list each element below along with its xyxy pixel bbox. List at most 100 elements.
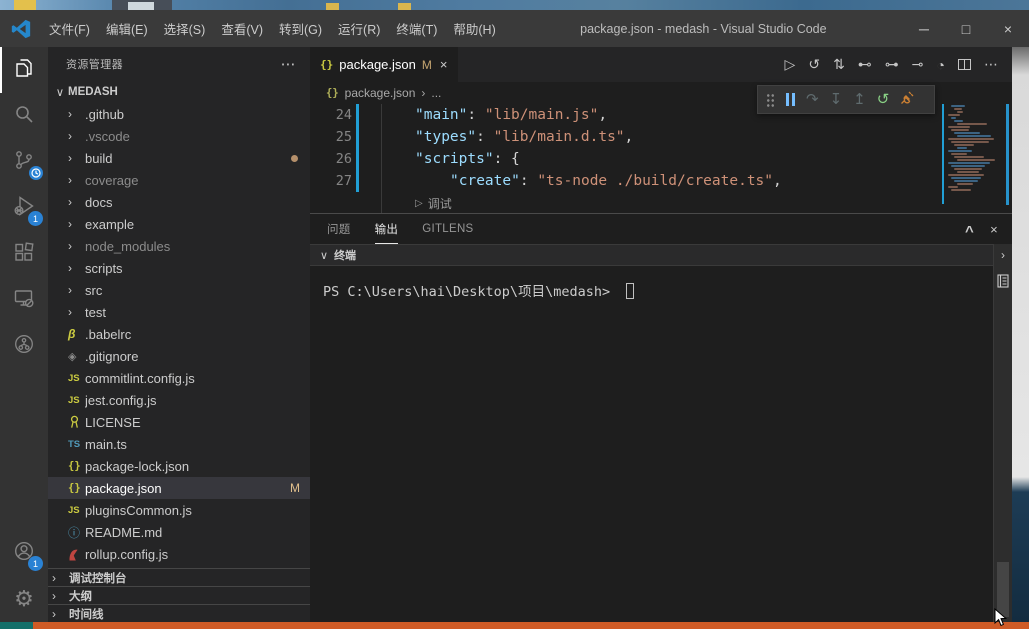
tab-package-json[interactable]: {} package.json M × xyxy=(310,47,458,82)
activity-item-remote-explorer[interactable] xyxy=(0,277,48,323)
tree-item-pluginsCommon.js[interactable]: JS pluginsCommon.js xyxy=(48,499,310,521)
tree-item-commitlint.config.js[interactable]: JS commitlint.config.js xyxy=(48,367,310,389)
restart-button[interactable]: ↺ xyxy=(877,92,890,107)
tree-root-medash[interactable]: ∨ MEDASH xyxy=(48,81,310,103)
history-button[interactable]: ↺ xyxy=(808,56,820,73)
tree-item-.vscode[interactable]: › .vscode xyxy=(48,125,310,147)
tree-item-example[interactable]: › example xyxy=(48,213,310,235)
terminal-section-header[interactable]: ∨ 终端 xyxy=(310,244,1012,266)
minimap[interactable] xyxy=(942,104,1009,208)
activity-item-run-debug[interactable]: 1 xyxy=(0,185,48,231)
file-name: coverage xyxy=(85,172,139,188)
gitlens-button[interactable]: ◔ xyxy=(937,57,945,73)
breadcrumb-more[interactable]: ... xyxy=(431,86,441,100)
tree-item-test[interactable]: › test xyxy=(48,301,310,323)
code-line-26[interactable]: 26 "scripts": { xyxy=(310,148,1012,170)
tree-item-jest.config.js[interactable]: JS jest.config.js xyxy=(48,389,310,411)
activity-item-extensions[interactable] xyxy=(0,231,48,277)
breadcrumb-file[interactable]: package.json xyxy=(345,86,416,100)
maximize-panel-button[interactable]: ^ xyxy=(965,223,974,240)
window-controls: ─ □ × xyxy=(903,10,1029,47)
tree-item-.babelrc[interactable]: β .babelrc xyxy=(48,323,310,345)
codelens-debug[interactable]: ▷ 调试 xyxy=(310,192,1012,213)
tree-item-src[interactable]: › src xyxy=(48,279,310,301)
code-text: "create": "ts-node ./build/create.ts", xyxy=(450,173,782,189)
more-actions-icon[interactable]: ⋯ xyxy=(281,55,296,73)
tree-item-rollup.config.js[interactable]: rollup.config.js xyxy=(48,543,310,565)
activity-item-settings[interactable]: ⚙ xyxy=(0,576,48,622)
tree-item-.gitignore[interactable]: ◈ .gitignore xyxy=(48,345,310,367)
section-label: 调试控制台 xyxy=(69,572,127,585)
git-compare-button[interactable]: ⇅ xyxy=(833,56,845,73)
tree-item-node_modules[interactable]: › node_modules xyxy=(48,235,310,257)
chevron-right-icon: › xyxy=(68,283,72,297)
wallpaper-detail xyxy=(14,0,36,10)
close-button[interactable]: × xyxy=(987,10,1029,47)
settings-icon: ⚙ xyxy=(14,585,34,611)
step-out-button[interactable]: ↥ xyxy=(853,92,866,107)
babel-file-icon: β xyxy=(68,327,76,341)
open-next-change-button[interactable]: ⊸ xyxy=(912,56,924,73)
tree-item-.github[interactable]: › .github xyxy=(48,103,310,125)
panel-tabs: 问题 输出 GITLENS ^ × xyxy=(310,214,1012,244)
tree-item-coverage[interactable]: › coverage xyxy=(48,169,310,191)
disconnect-button[interactable] xyxy=(900,90,915,110)
code-line-25[interactable]: 25 "types": "lib/main.d.ts", xyxy=(310,126,1012,148)
chevron-right-icon[interactable]: › xyxy=(1001,244,1005,266)
activity-item-explorer[interactable] xyxy=(0,47,48,93)
chevron-right-icon: › xyxy=(68,151,72,165)
file-name: docs xyxy=(85,194,113,210)
open-change-button[interactable]: ⊶ xyxy=(885,56,899,73)
tree-item-docs[interactable]: › docs xyxy=(48,191,310,213)
activity-item-search[interactable] xyxy=(0,93,48,139)
tree-item-main.ts[interactable]: TS main.ts xyxy=(48,433,310,455)
tree-item-package-lock.json[interactable]: {} package-lock.json xyxy=(48,455,310,477)
menu-item-3[interactable]: 查看(V) xyxy=(213,10,271,47)
code-line-27[interactable]: 27 "create": "ts-node ./build/create.ts", xyxy=(310,170,1012,192)
tree-item-README.md[interactable]: ⓘ README.md xyxy=(48,521,310,543)
minimize-button[interactable]: ─ xyxy=(903,10,945,47)
close-panel-button[interactable]: × xyxy=(990,222,998,237)
close-tab-icon[interactable]: × xyxy=(440,57,448,72)
pause-button[interactable] xyxy=(786,93,795,106)
step-into-button[interactable]: ↧ xyxy=(830,92,843,107)
panel-tab-GITLENS[interactable]: GITLENS xyxy=(422,214,473,244)
menu-item-1[interactable]: 编辑(E) xyxy=(98,10,156,47)
more-actions-button[interactable]: ⋯ xyxy=(984,56,998,73)
terminal-list-icon[interactable] xyxy=(997,274,1009,293)
maximize-button[interactable]: □ xyxy=(945,10,987,47)
tree-item-package.json[interactable]: {} package.json M xyxy=(48,477,310,499)
tree-item-build[interactable]: › build xyxy=(48,147,310,169)
json-file-icon: {} xyxy=(68,482,81,494)
chevron-right-icon: › xyxy=(52,588,56,603)
run-button[interactable]: ▷ xyxy=(785,56,796,73)
sidebar-section-时间线[interactable]: › 时间线 xyxy=(48,604,310,622)
activity-item-gitlens[interactable] xyxy=(0,323,48,369)
split-editor-button[interactable] xyxy=(958,59,971,70)
tree-item-LICENSE[interactable]: LICENSE xyxy=(48,411,310,433)
activity-item-account[interactable]: 1 xyxy=(0,530,48,576)
drag-handle[interactable] xyxy=(766,92,775,107)
menu-item-5[interactable]: 运行(R) xyxy=(330,10,388,47)
menu-item-4[interactable]: 转到(G) xyxy=(271,10,330,47)
menu-item-0[interactable]: 文件(F) xyxy=(41,10,98,47)
open-previous-change-button[interactable]: ⊷ xyxy=(858,56,872,73)
panel-right-rail: › xyxy=(993,244,1012,622)
terminal-prompt: PS C:\Users\hai\Desktop\项目\medash> xyxy=(323,284,611,300)
chevron-right-icon: › xyxy=(68,305,72,319)
sidebar-section-大纲[interactable]: › 大纲 xyxy=(48,586,310,604)
menu-item-7[interactable]: 帮助(H) xyxy=(445,10,503,47)
menu-item-2[interactable]: 选择(S) xyxy=(156,10,214,47)
explorer-icon xyxy=(13,57,35,84)
menu-item-6[interactable]: 终端(T) xyxy=(388,10,445,47)
step-over-button[interactable]: ↷ xyxy=(806,92,819,107)
tree-item-scripts[interactable]: › scripts xyxy=(48,257,310,279)
wallpaper-detail xyxy=(398,3,411,10)
panel-tab-输出[interactable]: 输出 xyxy=(375,214,399,244)
terminal[interactable]: PS C:\Users\hai\Desktop\项目\medash> xyxy=(310,266,1012,622)
activity-item-source-control[interactable] xyxy=(0,139,48,185)
code-editor[interactable]: 24 "main": "lib/main.js", 25 "types": "lib/… xyxy=(310,104,1012,213)
sidebar-explorer: 资源管理器 ⋯ ∨ MEDASH › .github › .vscode › build ›… xyxy=(48,47,310,622)
sidebar-section-调试控制台[interactable]: › 调试控制台 xyxy=(48,568,310,586)
panel-tab-问题[interactable]: 问题 xyxy=(327,214,351,244)
